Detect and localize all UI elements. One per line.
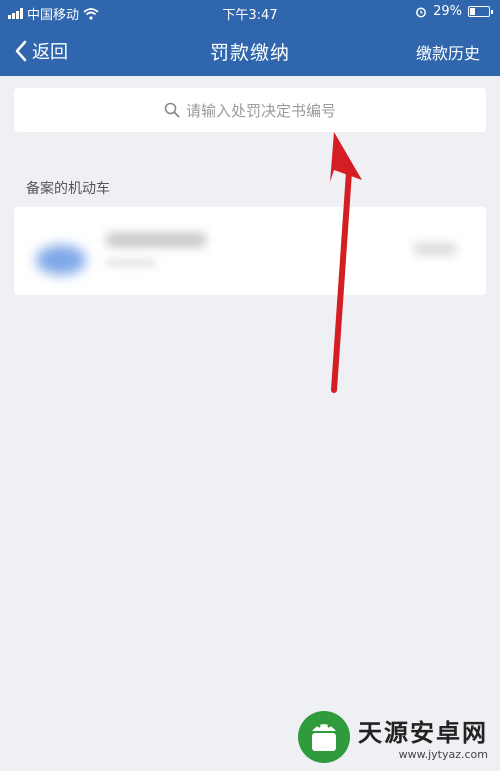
alarm-icon [416, 7, 427, 17]
watermark-name: 天源安卓网 [358, 719, 488, 747]
vehicle-icon [36, 245, 86, 275]
watermark: 天源安卓网 www.jytyaz.com [298, 711, 488, 763]
battery-percent: 29% [433, 4, 462, 19]
vehicle-list-item[interactable] [14, 207, 486, 295]
vehicle-plate-blurred [106, 233, 206, 247]
battery-icon [468, 6, 493, 17]
vehicle-subtext-blurred [106, 259, 156, 267]
android-logo-icon [298, 711, 350, 763]
search-placeholder: 请输入处罚决定书编号 [185, 101, 336, 120]
search-input[interactable]: 请输入处罚决定书编号 [14, 88, 486, 132]
payment-history-button[interactable]: 缴款历史 [416, 40, 480, 64]
status-bar: 中国移动 下午3:47 29% [0, 0, 500, 26]
search-icon [164, 102, 180, 118]
watermark-url: www.jytyaz.com [398, 748, 488, 761]
section-label: 备案的机动车 [26, 181, 110, 197]
vehicle-status-blurred [414, 243, 456, 255]
battery-fill [470, 8, 475, 15]
nav-bar: 返回 罚款缴纳 缴款历史 [0, 26, 500, 76]
app-header: 中国移动 下午3:47 29% 返回 罚款缴纳 缴款历史 [0, 0, 500, 76]
status-right: 29% [415, 4, 493, 19]
